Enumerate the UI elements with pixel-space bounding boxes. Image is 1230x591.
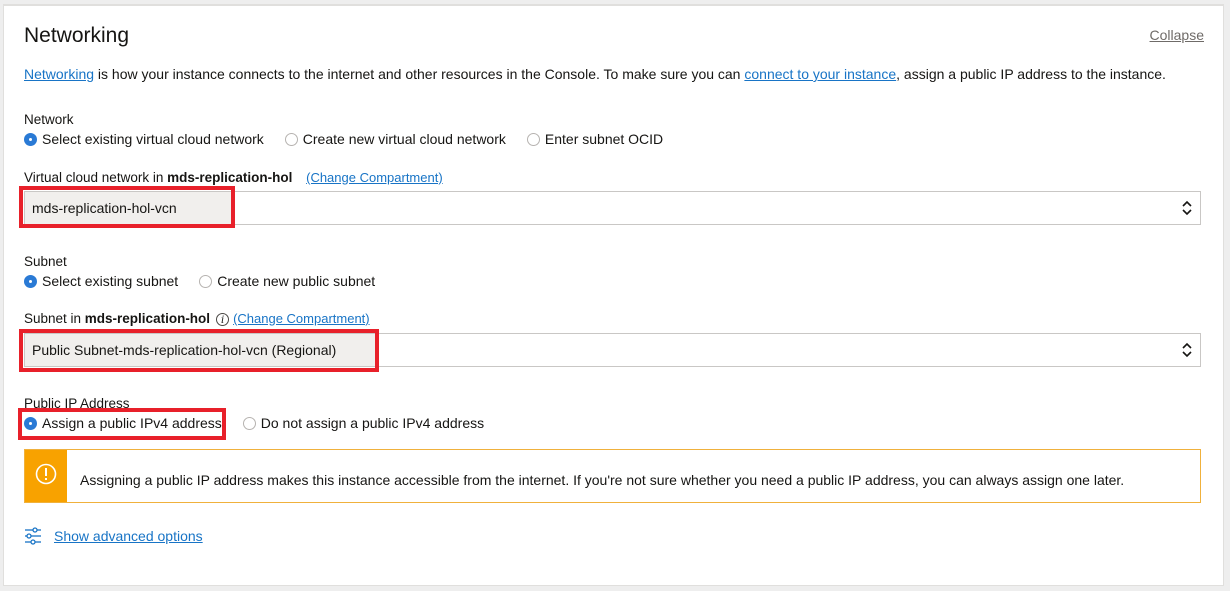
radio-indicator[interactable] <box>199 274 213 288</box>
exclamation-circle-icon <box>35 463 57 485</box>
subnet-label: Subnet <box>24 254 67 269</box>
vcn-select[interactable]: mds-replication-hol-vcn <box>24 191 1201 225</box>
radio-indicator[interactable] <box>242 416 256 430</box>
radio-select-existing-subnet[interactable]: Select existing subnet <box>24 273 178 289</box>
network-radio-group: Select existing virtual cloud network Cr… <box>24 131 684 147</box>
radio-assign-public-ipv4[interactable]: Assign a public IPv4 address <box>24 415 222 431</box>
radio-label: Select existing virtual cloud network <box>42 131 264 147</box>
radio-do-not-assign-public-ipv4[interactable]: Do not assign a public IPv4 address <box>242 415 485 431</box>
chevron-up-down-icon <box>1182 200 1192 216</box>
subnet-radio-group: Select existing subnet Create new public… <box>24 273 396 289</box>
network-label: Network <box>24 112 74 127</box>
public-ip-label: Public IP Address <box>24 396 130 411</box>
subnet-compartment-name: mds-replication-hol <box>84 311 211 326</box>
radio-select-existing-vcn[interactable]: Select existing virtual cloud network <box>24 131 264 147</box>
radio-create-new-vcn[interactable]: Create new virtual cloud network <box>284 131 506 147</box>
section-title: Networking <box>24 24 130 47</box>
radio-indicator[interactable] <box>284 132 298 146</box>
connect-instance-link[interactable]: connect to your instance <box>744 66 896 82</box>
info-icon[interactable]: i <box>216 312 230 326</box>
vcn-label-prefix: Virtual cloud network in <box>24 170 168 185</box>
public-ip-radio-group: Assign a public IPv4 address Do not assi… <box>24 415 505 431</box>
subnet-select-value: Public Subnet-mds-replication-hol-vcn (R… <box>25 334 378 366</box>
subnet-select[interactable]: Public Subnet-mds-replication-hol-vcn (R… <box>24 333 1201 367</box>
subnet-change-compartment-link[interactable]: (Change Compartment) <box>233 311 370 326</box>
intro-text-part1: is how your instance connects to the int… <box>94 66 745 82</box>
intro-text-part2: , assign a public IP address to the inst… <box>896 66 1166 82</box>
radio-indicator[interactable] <box>24 274 37 288</box>
radio-indicator[interactable] <box>526 132 540 146</box>
vcn-change-compartment-link[interactable]: (Change Compartment) <box>306 170 443 185</box>
radio-indicator[interactable] <box>24 416 37 430</box>
subnet-select-label: Subnet in mds-replication-hol i (Change Co… <box>24 311 370 326</box>
collapse-link[interactable]: Collapse <box>1150 27 1204 43</box>
radio-label: Do not assign a public IPv4 address <box>260 415 485 431</box>
subnet-label-prefix: Subnet in <box>24 311 85 326</box>
networking-doc-link[interactable]: Networking <box>24 66 94 82</box>
radio-label: Create new virtual cloud network <box>302 131 506 147</box>
warning-stripe <box>25 450 67 502</box>
vcn-compartment-name: mds-replication-hol <box>167 170 293 185</box>
warning-banner: Assigning a public IP address makes this… <box>24 449 1201 503</box>
show-advanced-options-link[interactable]: Show advanced options <box>54 528 203 544</box>
show-advanced-options[interactable]: Show advanced options <box>24 527 203 545</box>
warning-message: Assigning a public IP address makes this… <box>80 472 1125 488</box>
intro-text: Networking is how your instance connects… <box>24 66 1166 82</box>
vcn-select-value: mds-replication-hol-vcn <box>25 192 232 224</box>
sliders-icon <box>25 527 41 545</box>
radio-create-new-public-subnet[interactable]: Create new public subnet <box>199 273 375 289</box>
radio-indicator[interactable] <box>24 132 37 146</box>
radio-label: Select existing subnet <box>42 273 179 289</box>
radio-label: Create new public subnet <box>217 273 376 289</box>
chevron-up-down-icon <box>1182 342 1192 358</box>
radio-enter-subnet-ocid[interactable]: Enter subnet OCID <box>526 131 664 147</box>
radio-label: Enter subnet OCID <box>544 131 664 147</box>
vcn-label: Virtual cloud network in mds-replication… <box>24 170 443 185</box>
radio-label: Assign a public IPv4 address <box>42 415 222 431</box>
